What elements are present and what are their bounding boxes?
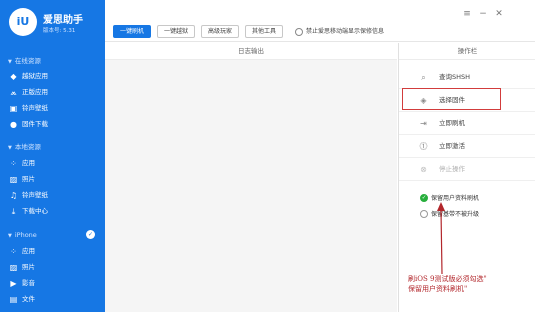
photo-icon: ▨ (9, 175, 18, 184)
other-tools-button[interactable]: 其他工具 (245, 25, 284, 38)
log-header: 日志输出 (105, 43, 397, 60)
file-icon: ▤ (9, 295, 18, 304)
app-version: 版本号: 5.31 (43, 28, 76, 34)
annotation-line-2: 保留用户资料刷机" (408, 285, 468, 293)
checked-icon: ✓ (420, 194, 428, 202)
photo-icon: ▨ (9, 263, 18, 272)
sidebar-item-iphone-media[interactable]: ▶ 影音 (0, 276, 105, 291)
app-store-icon: ◆ (10, 72, 17, 81)
sidebar-item-label: 铃声壁纸 (22, 104, 48, 112)
app-name: 爱思助手 (43, 15, 83, 26)
select-firmware-highlight (402, 88, 501, 110)
op-label: 立即刷机 (439, 119, 465, 127)
minimize-icon[interactable]: − (477, 8, 489, 20)
activate-icon: ⓵ (419, 142, 428, 151)
sidebar-item-iphone-files[interactable]: ▤ 文件 (0, 292, 105, 307)
section-iphone[interactable]: ▼ iPhone ✓ (0, 228, 105, 242)
flash-now-button[interactable]: ⇥ 立即刷机 (399, 112, 535, 135)
sidebar-item-local-photos[interactable]: ▨ 照片 (0, 172, 105, 187)
grid-icon: ⁘ (10, 247, 17, 256)
caret-down-icon: ▼ (8, 233, 12, 239)
activate-now-button[interactable]: ⓵ 立即激活 (399, 135, 535, 158)
one-click-flash-button[interactable]: 一键刷机 (113, 25, 152, 38)
sidebar-item-local-apps[interactable]: ⁘ 应用 (0, 156, 105, 171)
sidebar-item-label: 下载中心 (22, 207, 48, 215)
stop-icon: ⊗ (420, 165, 427, 174)
annotation-line-1: 刷iOS 9测试版必须勾选" (408, 275, 487, 283)
close-icon[interactable]: ✕ (493, 8, 505, 20)
sidebar-item-iphone-photos[interactable]: ▨ 照片 (0, 260, 105, 275)
sidebar-item-download-center[interactable]: ⤓ 下载中心 (0, 204, 105, 219)
toolbar: 一键刷机 一键越狱 高级玩家 其他工具 禁止爱思移动端显示保修信息 ≡ − ✕ (105, 0, 535, 42)
op-label: 查询SHSH (439, 73, 471, 81)
app-logo-icon: iU (9, 8, 37, 36)
one-click-jailbreak-button[interactable]: 一键越狱 (157, 25, 196, 38)
ringtone-icon: ▣ (9, 104, 18, 113)
menu-icon[interactable]: ≡ (461, 8, 473, 20)
annotation-arrow-icon (437, 202, 445, 275)
section-title: iPhone (14, 231, 37, 239)
sidebar-item-label: 文件 (22, 295, 35, 303)
sidebar-item-official-apps[interactable]: ⩕ 正版应用 (0, 85, 105, 100)
apps-icon: ⩕ (10, 88, 17, 97)
connected-check-icon: ✓ (86, 230, 95, 239)
log-output-area[interactable] (105, 60, 397, 312)
sidebar-item-label: 固件下载 (22, 120, 48, 128)
sidebar-item-label: 应用 (22, 247, 35, 255)
grid-icon: ⁘ (10, 159, 17, 168)
log-panel: 日志输出 (105, 43, 397, 312)
query-shsh-button[interactable]: ⌕ 查询SHSH (399, 66, 535, 89)
annotation-note: 刷iOS 9测试版必须勾选" 保留用户资料刷机" (408, 274, 532, 294)
sidebar-item-jailbreak-apps[interactable]: ◆ 越狱应用 (0, 69, 105, 84)
firmware-icon: ● (10, 120, 17, 129)
sidebar-item-label: 应用 (22, 159, 35, 167)
operations-panel: 操作栏 ⌕ 查询SHSH ◈ 选择固件 ⇥ 立即刷机 ⓵ 立即激活 ⊗ 停止操作 (398, 43, 535, 312)
sidebar-item-label: 正版应用 (22, 88, 48, 96)
sidebar-item-label: 铃声壁纸 (22, 191, 48, 199)
music-icon: ♫ (9, 191, 18, 200)
sidebar-item-iphone-apps[interactable]: ⁘ 应用 (0, 244, 105, 259)
caret-down-icon: ▼ (8, 59, 12, 65)
section-title: 本地资源 (14, 143, 41, 151)
flash-icon: ⇥ (420, 119, 427, 128)
download-icon: ⤓ (11, 207, 16, 216)
section-local-resources[interactable]: ▼ 本地资源 (0, 140, 105, 154)
stop-operation-button[interactable]: ⊗ 停止操作 (399, 158, 535, 181)
sidebar-item-label: 照片 (22, 175, 35, 183)
caret-down-icon: ▼ (8, 145, 12, 151)
radio-circle-icon (295, 28, 303, 36)
unchecked-icon (420, 210, 428, 218)
operations-header: 操作栏 (399, 43, 535, 60)
advanced-player-button[interactable]: 高级玩家 (201, 25, 240, 38)
hide-warranty-radio[interactable]: 禁止爱思移动端显示保修信息 (295, 27, 384, 37)
section-online-resources[interactable]: ▼ 在线资源 (0, 54, 105, 68)
sidebar-item-local-ringtones[interactable]: ♫ 铃声壁纸 (0, 188, 105, 203)
media-icon: ▶ (10, 279, 17, 288)
hide-warranty-label: 禁止爱思移动端显示保修信息 (306, 28, 385, 35)
sidebar: iU 爱思助手 版本号: 5.31 ▼ 在线资源 ◆ 越狱应用 ⩕ 正版应用 ▣ 铃声壁… (0, 0, 105, 312)
sidebar-item-label: 越狱应用 (22, 72, 48, 80)
sidebar-item-ringtones-wallpapers[interactable]: ▣ 铃声壁纸 (0, 101, 105, 116)
sidebar-item-firmware-download[interactable]: ● 固件下载 (0, 117, 105, 132)
op-label: 停止操作 (439, 165, 465, 173)
sidebar-item-label: 照片 (22, 263, 35, 271)
op-label: 立即激活 (439, 142, 465, 150)
sidebar-item-label: 影音 (22, 279, 35, 287)
section-title: 在线资源 (14, 57, 41, 65)
search-icon: ⌕ (421, 73, 426, 82)
brand: iU 爱思助手 版本号: 5.31 (5, 6, 101, 40)
